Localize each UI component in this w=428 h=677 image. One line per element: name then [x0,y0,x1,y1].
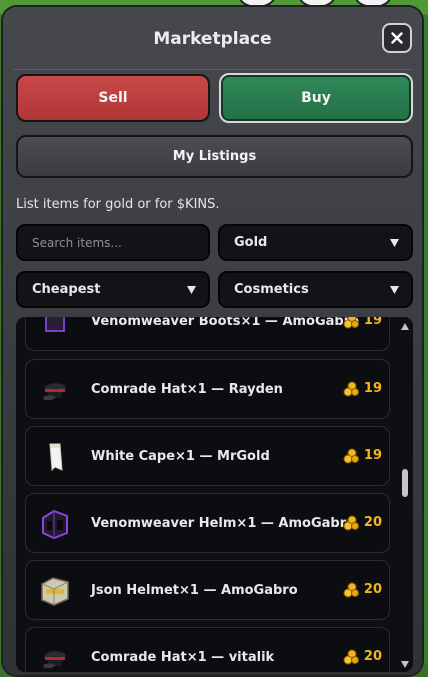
scrollbar-thumb[interactable] [402,469,408,497]
json-helmet-icon [41,577,69,606]
dropdown-arrow-icon [390,286,399,294]
listing-price: 19 [363,317,382,328]
gold-coins-icon [343,317,359,329]
panel-header: Marketplace [3,7,422,71]
close-button[interactable] [382,23,412,53]
white-cape-icon [49,443,63,472]
scroll-up-arrow-icon[interactable] [401,323,409,330]
close-x-icon [391,32,403,44]
currency-select[interactable]: Gold [218,224,413,261]
listing-price: 20 [363,515,382,530]
listing-row[interactable]: Venomweaver Boots×1 — AmoGabro 19 [25,317,390,351]
listing-price: 20 [363,582,382,597]
listings-list[interactable]: Venomweaver Boots×1 — AmoGabro 19 Comrad… [16,317,413,672]
sort-select-value: Cheapest [32,282,101,297]
listing-name: Json Helmet×1 — AmoGabro [91,583,298,598]
info-text: List items for gold or for $KINS. [16,197,220,212]
buy-tab-button[interactable]: Buy [219,73,413,123]
gold-coins-icon [343,448,359,464]
marketplace-panel: Marketplace Sell Buy My Listings List it… [3,7,422,675]
my-listings-button[interactable]: My Listings [16,135,413,178]
dropdown-arrow-icon [187,286,196,294]
currency-select-value: Gold [234,235,268,250]
listing-price: 19 [363,381,382,396]
listing-name: Comrade Hat×1 — vitalik [91,650,275,665]
gold-coins-icon [343,515,359,531]
listing-row[interactable]: Venomweaver Helm×1 — AmoGabro 20 [25,493,390,553]
comrade-hat-icon [43,650,67,668]
search-input[interactable] [32,235,202,250]
listing-price: 20 [363,649,382,664]
listings-scrollbar[interactable] [397,317,413,672]
listing-row[interactable]: Comrade Hat×1 — Rayden 19 [25,359,390,419]
panel-title: Marketplace [153,29,272,49]
scroll-down-arrow-icon[interactable] [401,661,409,668]
gold-coins-icon [343,381,359,397]
listing-name: White Cape×1 — MrGold [91,449,270,464]
listing-row[interactable]: Comrade Hat×1 — vitalik 20 [25,627,390,672]
listing-name: Venomweaver Helm×1 — AmoGabro [91,516,356,531]
my-listings-label: My Listings [172,149,257,164]
listing-name: Venomweaver Boots×1 — AmoGabro [91,317,360,329]
comrade-hat-icon [43,382,67,400]
sell-tab-button[interactable]: Sell [16,74,210,122]
venomweaver-helm-icon [42,509,68,540]
dropdown-arrow-icon [390,239,399,247]
category-select-value: Cosmetics [234,282,309,297]
listing-row[interactable]: Json Helmet×1 — AmoGabro 20 [25,560,390,620]
listing-name: Comrade Hat×1 — Rayden [91,382,283,397]
sort-select[interactable]: Cheapest [16,271,210,308]
venomweaver-item-icon [45,317,65,332]
gold-coins-icon [343,649,359,665]
listing-row[interactable]: White Cape×1 — MrGold 19 [25,426,390,486]
buy-tab-label: Buy [301,90,331,106]
gold-coins-icon [343,582,359,598]
sell-tab-label: Sell [98,90,128,106]
listing-price: 19 [363,448,382,463]
header-divider [13,69,414,70]
category-select[interactable]: Cosmetics [218,271,413,308]
search-field[interactable] [16,224,210,261]
